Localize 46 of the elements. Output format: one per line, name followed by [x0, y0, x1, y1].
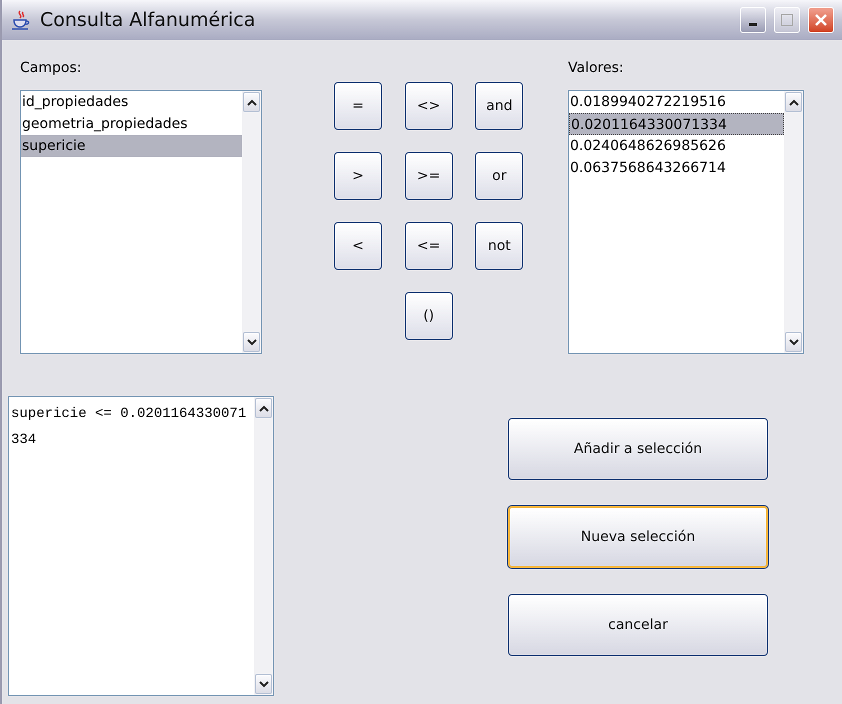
list-item[interactable]: supericie [21, 135, 242, 157]
scrollbar[interactable] [784, 91, 803, 353]
scroll-down-button[interactable] [255, 674, 272, 694]
minimize-button[interactable] [740, 7, 766, 33]
list-item[interactable]: 0.0189940272219516 [569, 91, 784, 113]
chevron-up-icon [246, 98, 256, 106]
window-title: Consulta Alfanumérica [40, 8, 256, 33]
operator-button[interactable]: not [475, 222, 524, 270]
scroll-up-button[interactable] [243, 92, 260, 112]
operator-button[interactable]: or [475, 152, 524, 200]
query-text-area[interactable]: supericie <= 0.0201164330071334 [8, 396, 274, 696]
operator-button[interactable]: () [404, 292, 453, 340]
operator-button[interactable]: > [334, 152, 382, 200]
operator-button[interactable]: <> [404, 82, 453, 130]
list-item[interactable]: 0.0637568643266714 [569, 157, 784, 179]
action-button[interactable]: Añadir a selección [508, 418, 768, 480]
chevron-down-icon [246, 338, 256, 346]
maximize-icon [781, 14, 793, 26]
action-button[interactable]: cancelar [508, 594, 768, 656]
query-text: supericie <= 0.0201164330071334 [10, 405, 248, 450]
list-item[interactable]: id_propiedades [21, 91, 242, 113]
scrollbar[interactable] [254, 397, 273, 695]
operator-button[interactable]: = [334, 82, 382, 130]
coffee-cup-icon [10, 9, 32, 31]
fields-label: Campos: [20, 59, 82, 78]
chevron-up-icon [258, 404, 268, 412]
chevron-down-icon [788, 338, 798, 346]
scroll-down-button[interactable] [785, 332, 802, 352]
action-button[interactable]: Nueva selección [508, 506, 768, 568]
chevron-up-icon [788, 98, 798, 106]
list-item[interactable]: 0.0201164330071334 [569, 113, 784, 135]
values-label: Valores: [568, 59, 625, 78]
operator-button[interactable]: and [475, 82, 524, 130]
scrollbar[interactable] [242, 91, 261, 353]
close-button[interactable] [808, 7, 834, 33]
scroll-up-button[interactable] [255, 398, 272, 418]
list-item[interactable]: 0.0240648626985626 [569, 135, 784, 157]
minimize-icon [749, 23, 757, 26]
operator-button[interactable]: <= [404, 222, 453, 270]
scroll-up-button[interactable] [785, 92, 802, 112]
close-icon [814, 13, 828, 27]
operator-button[interactable]: < [334, 222, 382, 270]
scroll-down-button[interactable] [243, 332, 260, 352]
chevron-down-icon [258, 680, 268, 688]
list-item[interactable]: geometria_propiedades [21, 113, 242, 135]
operator-button[interactable]: >= [404, 152, 453, 200]
